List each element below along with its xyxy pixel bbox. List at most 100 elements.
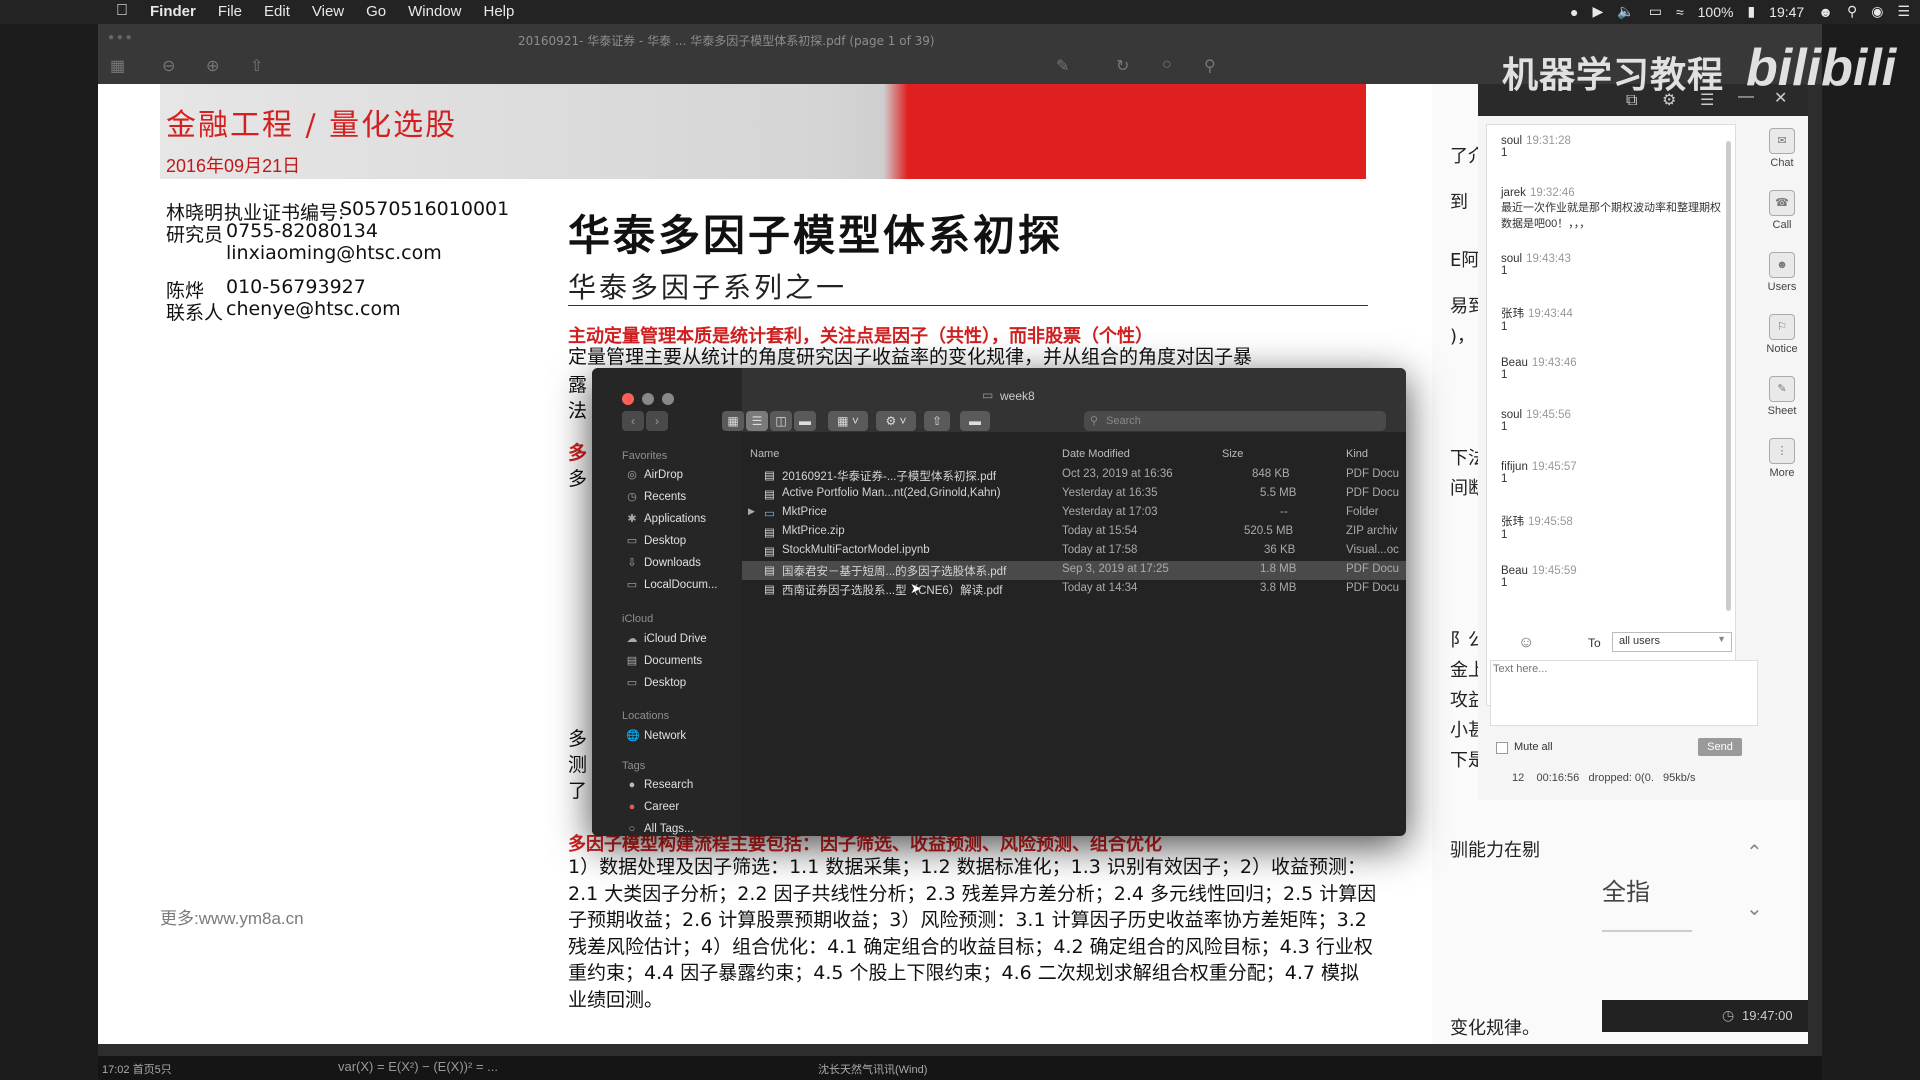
view-list-button[interactable]: ☰ (746, 411, 768, 431)
spotlight-icon[interactable]: ⚲ (1847, 3, 1857, 20)
rotate-icon[interactable]: ↻ (1116, 56, 1129, 76)
column-size[interactable]: Size (1222, 448, 1243, 460)
more-button[interactable]: ⋮ More (1760, 438, 1804, 479)
view-icons-button[interactable]: ▦ (722, 411, 744, 431)
volume-icon[interactable]: 🔈 (1617, 3, 1634, 20)
sidebar-item-icloud-desktop[interactable]: ▭ Desktop (626, 676, 686, 690)
chat-message-list[interactable]: soul 19:31:28 1 jarek 19:32:46 最近一次作业就是那个期权波… (1486, 124, 1736, 706)
markup-icon[interactable]: ✎ (1056, 56, 1069, 76)
page2-line: E阿 (1450, 250, 1480, 271)
file-row[interactable]: ▤ 20160921-华泰证券-...子模型体系初探.pdf Oct 23, 2… (742, 466, 1406, 485)
share-button[interactable]: ⇧ (924, 411, 950, 431)
user-icon[interactable]: ☻ (1818, 4, 1833, 20)
apple-icon[interactable]:  (116, 2, 128, 20)
chat-scrollbar[interactable] (1726, 141, 1731, 611)
chat-time: 19:45:58 (1528, 516, 1573, 528)
menu-file[interactable]: File (218, 3, 242, 20)
forward-button[interactable]: › (646, 411, 668, 431)
search-icon[interactable]: ⚲ (1204, 56, 1216, 76)
action-gear-button[interactable]: ⚙ ˅ (876, 411, 916, 431)
more-link[interactable]: 更多:www.ym8a.cn (160, 904, 304, 929)
sidebar-item-desktop[interactable]: ▭ Desktop (626, 534, 686, 548)
chat-message: soul 19:31:28 1 (1501, 135, 1731, 159)
zoom-button[interactable] (662, 393, 674, 405)
tags-header: Tags (622, 760, 646, 772)
menu-go[interactable]: Go (366, 3, 386, 20)
sidebar-item-network[interactable]: 🌐 Network (626, 729, 686, 743)
wifi-icon[interactable]: ≈ (1676, 4, 1684, 20)
disclosure-triangle-icon[interactable]: ▶ (748, 506, 755, 517)
chat-time: 19:43:44 (1528, 308, 1573, 320)
sheet-button[interactable]: ✎ Sheet (1760, 376, 1804, 417)
record-icon[interactable]: ● (1570, 4, 1578, 20)
users-button[interactable]: ☻ Users (1760, 252, 1804, 293)
sidebar-tag-research[interactable]: ● Research (626, 779, 694, 791)
file-size: -- (1280, 506, 1288, 518)
page2-line: 全指 (1602, 879, 1650, 906)
display-icon[interactable]: ▭ (1649, 3, 1662, 20)
battery-percent[interactable]: 100% (1698, 4, 1734, 20)
recipient-select[interactable]: all users ▼ (1612, 632, 1732, 652)
users-icon: ☻ (1769, 252, 1795, 278)
sidebar-item-documents[interactable]: ▤ Documents (626, 654, 702, 668)
file-row-selected[interactable]: ▤ 国泰君安－基于短周...的多因子选股体系.pdf Sep 3, 2019 a… (742, 561, 1406, 580)
share-icon[interactable]: ⇧ (250, 56, 263, 76)
sidebar-item-downloads[interactable]: ⇩ Downloads (626, 556, 701, 570)
file-row[interactable]: ▤ 西南证券因子选股系...型（CNE6）解读.pdf Today at 14:… (742, 580, 1406, 599)
chevron-down-icon[interactable]: ⌄ (1746, 896, 1763, 921)
minimize-button[interactable] (642, 393, 654, 405)
view-columns-button[interactable]: ◫ (770, 411, 792, 431)
column-date[interactable]: Date Modified (1062, 448, 1130, 460)
sidebar-tag-career[interactable]: ● Career (626, 801, 679, 813)
sidebar-tag-all[interactable]: ○ All Tags... (626, 823, 694, 835)
send-button[interactable]: Send (1698, 738, 1742, 756)
folder-title: week8 (1000, 389, 1035, 403)
menu-view[interactable]: View (312, 3, 344, 20)
menu-window[interactable]: Window (408, 3, 461, 20)
mute-checkbox[interactable] (1496, 742, 1508, 754)
call-button[interactable]: ☎ Call (1760, 190, 1804, 231)
file-date: Oct 23, 2019 at 16:36 (1062, 468, 1173, 480)
menu-app-name[interactable]: Finder (150, 3, 196, 20)
zoom-in-icon[interactable]: ⊕ (206, 56, 219, 76)
annotate-icon[interactable]: ○ (1162, 56, 1172, 74)
file-row[interactable]: ▤ StockMultiFactorModel.ipynb Today at 1… (742, 542, 1406, 561)
chat-text: 1 (1501, 473, 1508, 485)
sidebar-item-airdrop[interactable]: ◎ AirDrop (626, 468, 683, 482)
file-row[interactable]: ▤ Active Portfolio Man...nt(2ed,Grinold,… (742, 485, 1406, 504)
chevron-up-icon[interactable]: ⌃ (1746, 840, 1763, 865)
play-icon[interactable]: ▶ (1593, 3, 1604, 20)
sidebar-item-icloud-drive[interactable]: ☁ iCloud Drive (626, 632, 707, 646)
menu-clock[interactable]: 19:47 (1769, 4, 1804, 20)
back-button[interactable]: ‹ (622, 411, 644, 431)
notification-center-icon[interactable]: ☰ (1897, 3, 1910, 20)
emoji-icon[interactable]: ☺ (1518, 634, 1534, 652)
menu-edit[interactable]: Edit (264, 3, 290, 20)
file-kind: PDF Docu (1346, 582, 1400, 594)
battery-icon[interactable]: ▮ (1747, 3, 1755, 20)
siri-icon[interactable]: ◉ (1871, 3, 1883, 20)
chat-button[interactable]: ✉ Chat (1760, 128, 1804, 169)
chat-message: fifijun 19:45:57 1 (1501, 461, 1731, 485)
file-row[interactable]: ▶ ▭ MktPrice Yesterday at 17:03 -- Folde… (742, 504, 1406, 523)
file-row[interactable]: ▤ MktPrice.zip Today at 15:54 520.5 MB Z… (742, 523, 1406, 542)
tag-button[interactable]: ▬ (960, 411, 990, 431)
pdf-icon: ▤ (764, 565, 775, 577)
sidebar-item-applications[interactable]: ✱ Applications (626, 512, 706, 526)
window-controls[interactable]: ● ● ● (108, 32, 132, 43)
notice-button[interactable]: ⚐ Notice (1760, 314, 1804, 355)
group-button[interactable]: ▦ ˅ (828, 411, 868, 431)
close-button[interactable] (622, 393, 634, 405)
sidebar-item-localdocuments[interactable]: ▭ LocalDocum... (626, 578, 718, 592)
sidebar-toggle-icon[interactable]: ▦ (110, 56, 125, 76)
finder-search[interactable]: ⚲ Search (1084, 411, 1386, 431)
zoom-out-icon[interactable]: ⊖ (162, 56, 175, 76)
tag-dot-icon: ● (628, 801, 636, 813)
view-gallery-button[interactable]: ▬ (794, 411, 816, 431)
column-kind[interactable]: Kind (1346, 448, 1368, 460)
menu-help[interactable]: Help (484, 3, 515, 20)
chat-input[interactable] (1490, 660, 1758, 726)
column-name[interactable]: Name (750, 448, 779, 460)
sidebar-item-recents[interactable]: ◷ Recents (626, 490, 686, 504)
file-size: 520.5 MB (1244, 525, 1294, 537)
